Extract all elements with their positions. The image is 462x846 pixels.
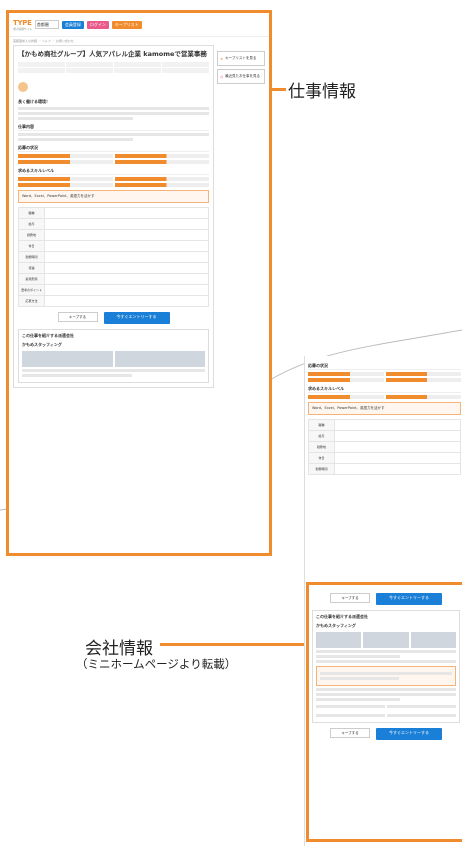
keeplist-side-button[interactable]: ★ キープリストを見る xyxy=(217,51,265,66)
skill-heading: 求めるスキルレベル xyxy=(308,386,461,393)
skill-note-main: Word、Excel、PowerPoint、英語力を活かす xyxy=(18,190,209,203)
job-title: 【かもめ商社グループ】人気アパレル企業 kamomeで営業事務 xyxy=(18,50,207,58)
job-headline: 長く働ける環境！ xyxy=(18,99,50,104)
clock-icon: ◷ xyxy=(220,74,224,79)
skill-level-heading: 求めるスキルレベル xyxy=(18,168,209,175)
keep-button[interactable]: キープする xyxy=(330,593,370,603)
job-detail-table: 職種 給与 勤務地 休日 勤務時間 xyxy=(308,419,461,475)
keeplist-button[interactable]: キープリスト xyxy=(111,20,142,29)
star-icon: ★ xyxy=(220,56,224,61)
job-info-label: 仕事情報 xyxy=(288,82,356,102)
site-logo[interactable]: TYPE 求人情報サイト xyxy=(13,19,32,31)
company-section-title-main: この仕事を紹介する派遣会社 xyxy=(22,333,74,338)
job-info-screenshot: TYPE 求人情報サイト 首都圏 会員登録 ログイン キープリスト 首都圏求人の詳… xyxy=(6,10,272,556)
consultant-avatar xyxy=(18,82,28,92)
job-card: 【かもめ商社グループ】人気アパレル企業 kamomeで営業事務 長く働ける環境！… xyxy=(13,45,214,388)
company-name: かもめスタッフィング xyxy=(316,623,356,628)
breadcrumb: 首都圏求人の詳細 ／ ヘルプ ／ お問い合わせ xyxy=(13,39,74,43)
entry-button-bottom[interactable]: 今すぐエントリーする xyxy=(376,728,442,740)
keep-button-bottom[interactable]: キープする xyxy=(330,728,370,738)
site-header: TYPE 求人情報サイト 首都圏 会員登録 ログイン キープリスト xyxy=(9,13,269,37)
section-heading: 応募の状況 xyxy=(308,363,461,370)
job-detail-table-main: 職種 給与 勤務地 休日 勤務時間 待遇 雇用形態 選考のポイント 応募方法 xyxy=(18,207,209,307)
entry-button-main[interactable]: 今すぐエントリーする xyxy=(103,312,170,324)
area-select[interactable]: 首都圏 xyxy=(34,20,59,29)
company-section-title: この仕事を紹介する派遣会社 xyxy=(316,614,368,619)
skill-note: Word、Excel、PowerPoint、英語力を活かす xyxy=(308,402,461,415)
company-name-main: かもめスタッフィング xyxy=(22,342,62,347)
sidebar: ★ キープリストを見る ◷ 最近見たお仕事を見る xyxy=(217,45,265,388)
company-info-screenshot: キープする 今すぐエントリーする この仕事を紹介する派遣会社 かもめスタッフィン… xyxy=(306,582,462,842)
application-status-heading: 応募の状況 xyxy=(18,145,209,152)
company-info-sublabel: （ミニホームページより転載） xyxy=(76,657,237,671)
entry-button[interactable]: 今すぐエントリーする xyxy=(376,593,442,605)
history-side-button[interactable]: ◷ 最近見たお仕事を見る xyxy=(217,69,265,84)
keep-button-main[interactable]: キープする xyxy=(57,312,98,322)
register-button[interactable]: 会員登録 xyxy=(61,20,84,29)
login-button[interactable]: ログイン xyxy=(86,20,109,29)
job-description-heading: 仕事内容 xyxy=(18,124,209,131)
